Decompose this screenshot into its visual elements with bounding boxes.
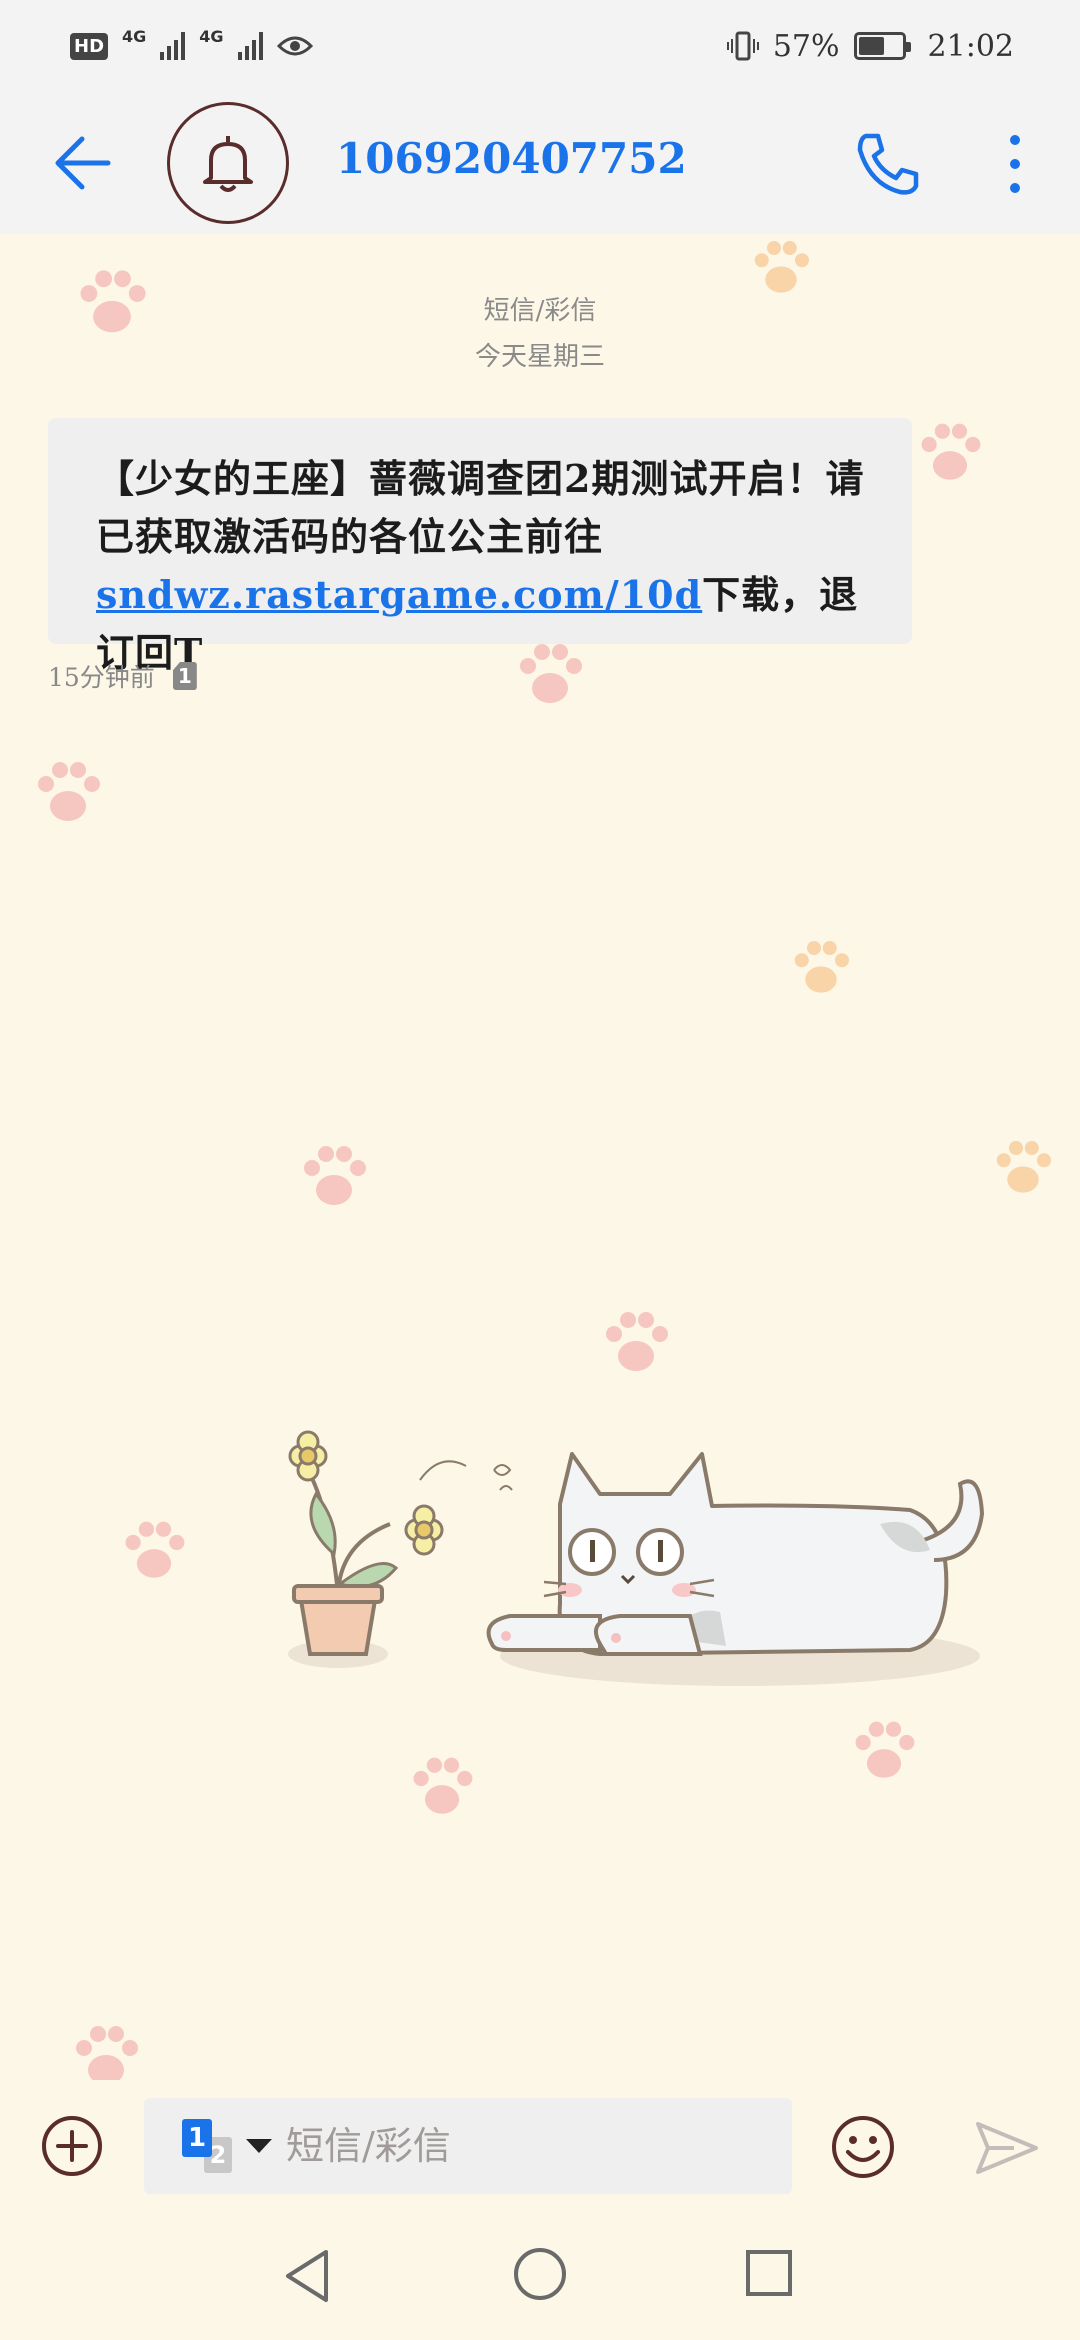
paw-print-decoration (855, 1721, 915, 1778)
status-bar: HD 4G 4G 57% 21:02 (0, 0, 1080, 92)
signal-1-icon (160, 32, 186, 60)
message-bubble[interactable]: 【少女的王座】蔷薇调查团2期测试开启！请已获取激活码的各位公主前往 sndwz.r… (48, 418, 912, 675)
message-meta: 15分钟前 1 (48, 658, 197, 694)
nav-home-icon[interactable] (512, 2246, 568, 2302)
contact-avatar[interactable] (167, 102, 289, 224)
message-text-part1: 【少女的王座】蔷薇调查团2期测试开启！请已获取激活码的各位公主前往 (96, 456, 865, 559)
nav-recent-icon[interactable] (744, 2248, 794, 2298)
add-circle-icon[interactable] (40, 2114, 104, 2178)
bell-icon (203, 136, 253, 192)
message-input[interactable] (286, 2124, 706, 2168)
send-icon[interactable] (974, 2118, 1040, 2178)
paw-print-decoration (413, 1757, 473, 1814)
paw-print-decoration (125, 1521, 185, 1578)
network-type-2: 4G (199, 26, 224, 46)
chevron-down-icon[interactable] (246, 2139, 272, 2153)
paw-print-decoration (304, 1146, 366, 1205)
message-timestamp: 15分钟前 (48, 663, 155, 692)
clock: 21:02 (927, 28, 1014, 64)
status-right: 57% 21:02 (726, 28, 1014, 64)
paw-print-decoration (520, 644, 582, 703)
emoji-icon[interactable] (830, 2114, 896, 2180)
phone-icon[interactable] (852, 128, 924, 200)
status-left: HD 4G 4G (70, 27, 313, 60)
message-thread[interactable]: 短信/彩信 今天星期三 【少女的王座】蔷薇调查团2期测试开启！请已获取激活码的各… (0, 234, 1080, 2080)
compose-bar: 2 1 (0, 2080, 1080, 2210)
date-separator: 今天星期三 (474, 342, 605, 372)
battery-icon (853, 32, 911, 60)
paw-print-decoration (794, 941, 849, 993)
more-vert-icon[interactable] (1000, 128, 1030, 200)
system-nav-bar (0, 2210, 1080, 2340)
app-header: 106920407752 (0, 92, 1080, 234)
message-link[interactable]: sndwz.rastargame.com/10d (96, 572, 702, 617)
nav-back-icon[interactable] (280, 2246, 336, 2306)
eye-icon (276, 36, 313, 56)
paw-print-decoration (76, 2026, 138, 2080)
hd-voice-icon: HD (70, 32, 109, 60)
sim-selector[interactable]: 2 1 (182, 2119, 242, 2173)
vibrate-icon (726, 31, 759, 61)
paw-print-decoration (996, 1141, 1051, 1193)
cat-flower-illustration (288, 1430, 985, 1686)
battery-percent: 57% (772, 28, 840, 64)
paw-print-decoration (921, 423, 981, 480)
sim-1-icon: 1 (182, 2119, 212, 2157)
network-type-1: 4G (122, 26, 147, 46)
contact-number[interactable]: 106920407752 (336, 134, 687, 183)
signal-2-icon (237, 32, 263, 60)
sim-card-icon: 1 (172, 662, 197, 690)
paw-print-decoration (38, 762, 100, 821)
compose-field[interactable]: 2 1 (144, 2098, 792, 2194)
channel-label: 短信/彩信 (483, 296, 597, 326)
back-arrow-icon[interactable] (50, 130, 116, 196)
